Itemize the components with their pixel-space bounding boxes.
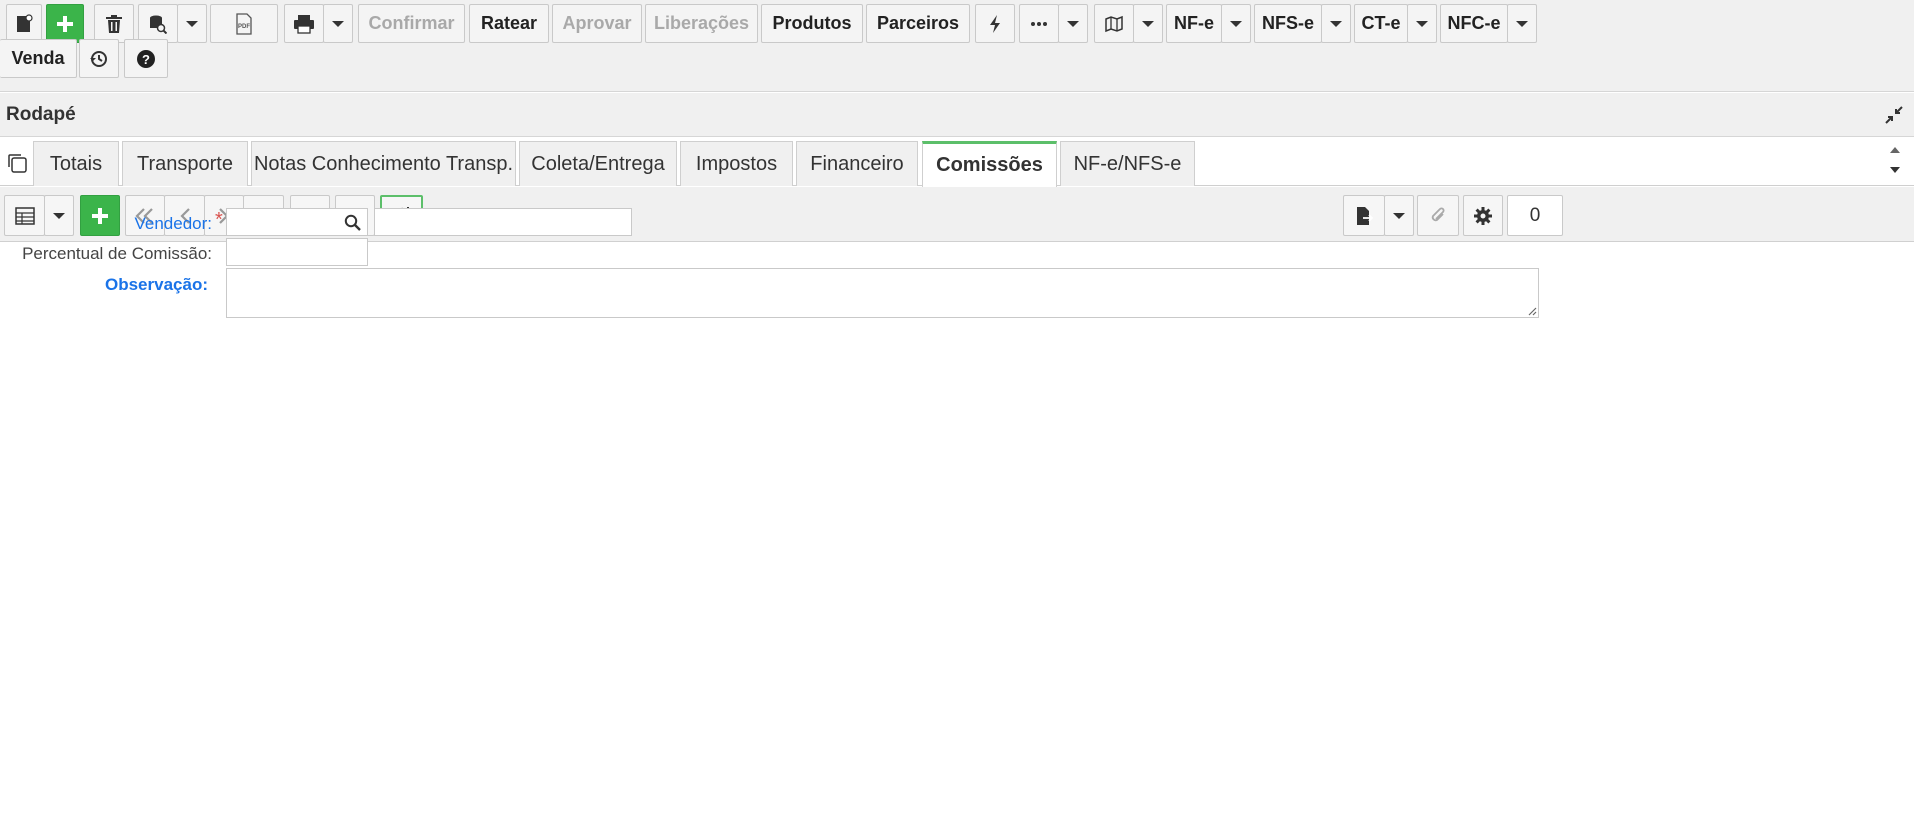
observacao-textarea[interactable] — [226, 268, 1539, 318]
svg-text:PDF: PDF — [238, 24, 250, 30]
new-document-button[interactable] — [6, 4, 42, 43]
help-button[interactable]: ? — [124, 39, 168, 78]
more-button[interactable] — [1019, 4, 1059, 43]
nfse-dropdown[interactable] — [1321, 4, 1351, 43]
history-icon — [90, 50, 107, 67]
triangle-down-icon — [1890, 167, 1900, 173]
vendedor-label: Vendedor: — [134, 214, 212, 233]
observacao-label: Observação: — [105, 275, 208, 294]
tab-financeiro[interactable]: Financeiro — [796, 141, 918, 186]
chevron-down-icon — [1330, 20, 1342, 27]
svg-text:?: ? — [142, 52, 150, 67]
collapse-button[interactable] — [1884, 105, 1904, 125]
chevron-down-icon — [1516, 20, 1528, 27]
nfe-button[interactable]: NF-e — [1166, 4, 1222, 43]
paperclip-icon — [1431, 207, 1445, 221]
chevron-down-icon — [186, 20, 198, 27]
ratear-button[interactable]: Ratear — [469, 4, 549, 43]
vendedor-name-field[interactable] — [374, 208, 632, 236]
cte-dropdown[interactable] — [1407, 4, 1437, 43]
collapse-arrows-icon — [1885, 106, 1903, 124]
resize-handle-icon[interactable] — [1527, 306, 1537, 316]
required-indicator: * — [215, 209, 223, 231]
confirmar-button[interactable]: Confirmar — [358, 4, 465, 43]
tab-totais[interactable]: Totais — [33, 141, 119, 186]
tabs-row: Totais Transporte Notas Conhecimento Tra… — [0, 138, 1914, 187]
more-dots-icon — [1031, 21, 1047, 26]
settings-button[interactable] — [1463, 195, 1503, 236]
chevron-down-icon — [1416, 20, 1428, 27]
search-records-dropdown[interactable] — [177, 4, 207, 43]
tab-scroll-down-button[interactable] — [1888, 162, 1902, 180]
trash-icon — [106, 14, 122, 33]
venda-button[interactable]: Venda — [0, 39, 77, 78]
chevron-down-icon — [1393, 212, 1405, 219]
map-dropdown[interactable] — [1133, 4, 1163, 43]
parceiros-button[interactable]: Parceiros — [866, 4, 970, 43]
liberacoes-button[interactable]: Liberações — [645, 4, 758, 43]
pdf-button[interactable]: PDF — [210, 4, 278, 43]
pdf-icon: PDF — [236, 12, 252, 35]
export-button[interactable] — [1343, 195, 1385, 236]
vendedor-code-input[interactable] — [226, 208, 368, 236]
new-document-icon — [17, 13, 33, 32]
duplicate-tab-button[interactable] — [6, 152, 28, 179]
tab-coleta-entrega[interactable]: Coleta/Entrega — [519, 141, 677, 186]
main-toolbar: PDF Confirmar Ratear Aprovar Liberações … — [0, 0, 1914, 92]
print-button[interactable] — [284, 4, 324, 43]
chevron-down-icon — [332, 20, 344, 27]
printer-icon — [294, 14, 314, 34]
more-dropdown[interactable] — [1058, 4, 1088, 43]
table-grid-icon — [14, 206, 35, 225]
search-records-button[interactable] — [138, 4, 178, 43]
question-circle-icon: ? — [137, 49, 155, 68]
grid-view-button[interactable] — [4, 195, 45, 236]
plus-icon — [57, 15, 73, 32]
lightning-icon — [990, 14, 1000, 33]
search-icon[interactable] — [344, 214, 361, 231]
copy-windows-icon — [8, 154, 27, 173]
tab-scroll-up-button[interactable] — [1888, 142, 1902, 160]
delete-button[interactable] — [94, 4, 134, 43]
tab-comissoes[interactable]: Comissões — [922, 141, 1057, 187]
export-dropdown[interactable] — [1384, 195, 1414, 236]
percentual-comissao-input[interactable] — [226, 238, 368, 266]
file-export-icon — [1357, 206, 1374, 225]
produtos-button[interactable]: Produtos — [761, 4, 863, 43]
triangle-up-icon — [1890, 147, 1900, 153]
nfce-button[interactable]: NFC-e — [1440, 4, 1508, 43]
add-button[interactable] — [46, 4, 84, 43]
rodape-section-header: Rodapé — [0, 93, 1914, 137]
history-button[interactable] — [79, 39, 119, 78]
aprovar-button[interactable]: Aprovar — [552, 4, 642, 43]
attachments-button[interactable] — [1417, 195, 1459, 236]
chevron-down-icon — [1067, 20, 1079, 27]
nfse-button[interactable]: NFS-e — [1254, 4, 1322, 43]
print-dropdown[interactable] — [323, 4, 353, 43]
map-button[interactable] — [1094, 4, 1134, 43]
nfe-dropdown[interactable] — [1221, 4, 1251, 43]
cte-button[interactable]: CT-e — [1354, 4, 1408, 43]
tab-nfe-nfse[interactable]: NF-e/NFS-e — [1060, 141, 1195, 186]
map-icon — [1105, 15, 1123, 32]
chevron-down-icon — [1142, 20, 1154, 27]
percentual-comissao-label: Percentual de Comissão: — [22, 244, 212, 263]
database-search-icon — [150, 15, 167, 34]
tab-notas-conhecimento-transp[interactable]: Notas Conhecimento Transp. — [251, 141, 516, 186]
quick-actions-button[interactable] — [975, 4, 1015, 43]
tab-transporte[interactable]: Transporte — [122, 141, 248, 186]
section-title: Rodapé — [6, 104, 76, 125]
gear-icon — [1474, 206, 1492, 225]
nfce-dropdown[interactable] — [1507, 4, 1537, 43]
chevron-down-icon — [1230, 20, 1242, 27]
record-count: 0 — [1507, 195, 1563, 236]
tab-impostos[interactable]: Impostos — [680, 141, 793, 186]
